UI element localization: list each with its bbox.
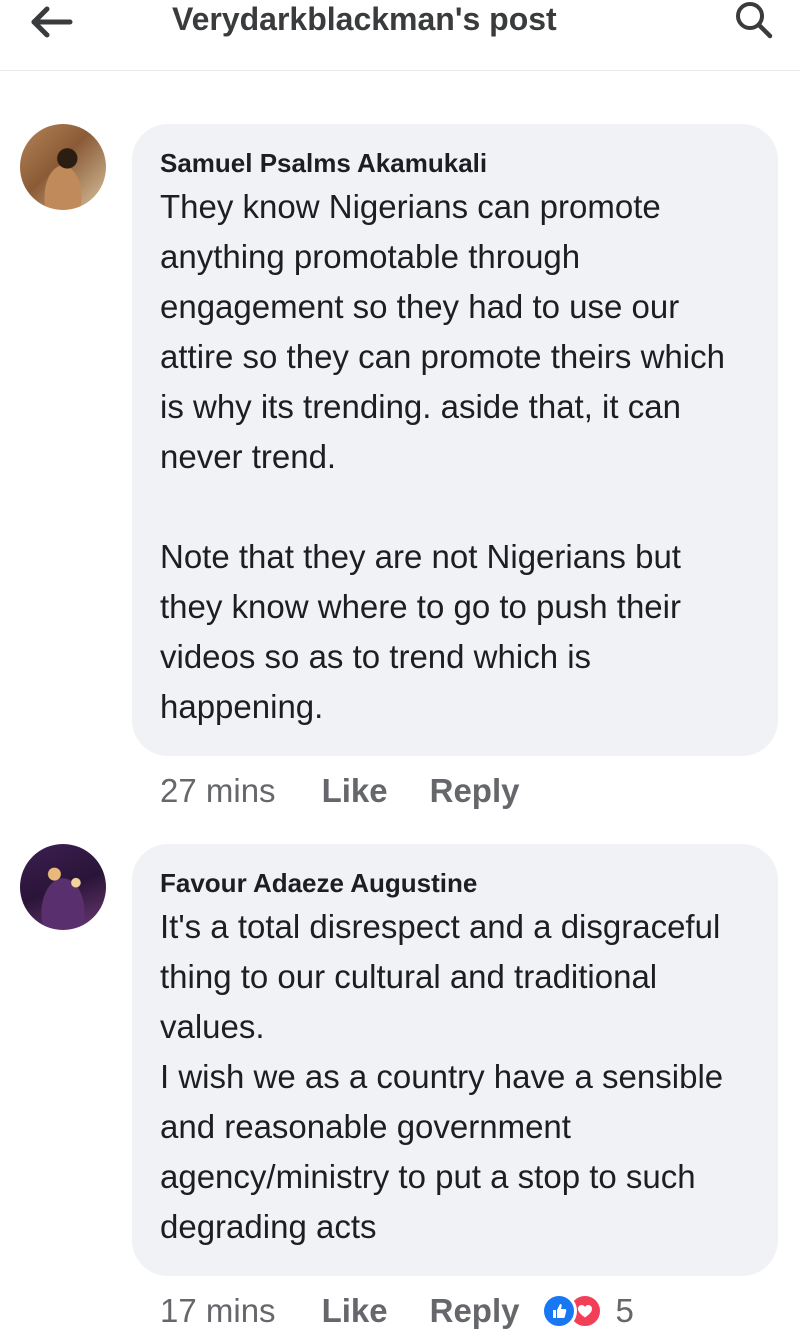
reaction-summary[interactable]: 5	[541, 1292, 634, 1330]
reply-button[interactable]: Reply	[430, 772, 520, 810]
comment-author[interactable]: Samuel Psalms Akamukali	[160, 146, 750, 180]
search-button[interactable]	[728, 0, 780, 40]
comment-timestamp[interactable]: 27 mins	[160, 772, 276, 810]
avatar[interactable]	[20, 844, 106, 930]
like-button[interactable]: Like	[322, 1292, 388, 1330]
comment-timestamp[interactable]: 17 mins	[160, 1292, 276, 1330]
comment-text: They know Nigerians can promote anything…	[160, 182, 750, 732]
comment-author[interactable]: Favour Adaeze Augustine	[160, 866, 750, 900]
comment-paragraph: I wish we as a country have a sensible a…	[160, 1058, 724, 1245]
comment-text: It's a total disrespect and a disgracefu…	[160, 902, 750, 1252]
page-title: Verydarkblackman's post	[172, 1, 557, 37]
comment-meta: 27 mins Like Reply	[160, 766, 561, 816]
back-button[interactable]	[26, 2, 78, 42]
search-icon	[736, 2, 773, 39]
comment-paragraph: Note that they are not Nigerians but the…	[160, 538, 681, 725]
reply-button[interactable]: Reply	[430, 1292, 520, 1330]
comment-paragraph: It's a total disrespect and a disgracefu…	[160, 908, 721, 1045]
top-bar: Verydarkblackman's post	[0, 0, 800, 71]
comment-meta: 17 mins Like Reply 5	[160, 1286, 634, 1336]
comment-bubble[interactable]: Samuel Psalms Akamukali They know Nigeri…	[132, 124, 778, 756]
like-button[interactable]: Like	[322, 772, 388, 810]
comment-bubble[interactable]: Favour Adaeze Augustine It's a total dis…	[132, 844, 778, 1276]
avatar[interactable]	[20, 124, 106, 210]
reaction-count: 5	[615, 1292, 634, 1329]
comment-paragraph: They know Nigerians can promote anything…	[160, 188, 725, 475]
arrow-left-icon	[31, 6, 73, 38]
